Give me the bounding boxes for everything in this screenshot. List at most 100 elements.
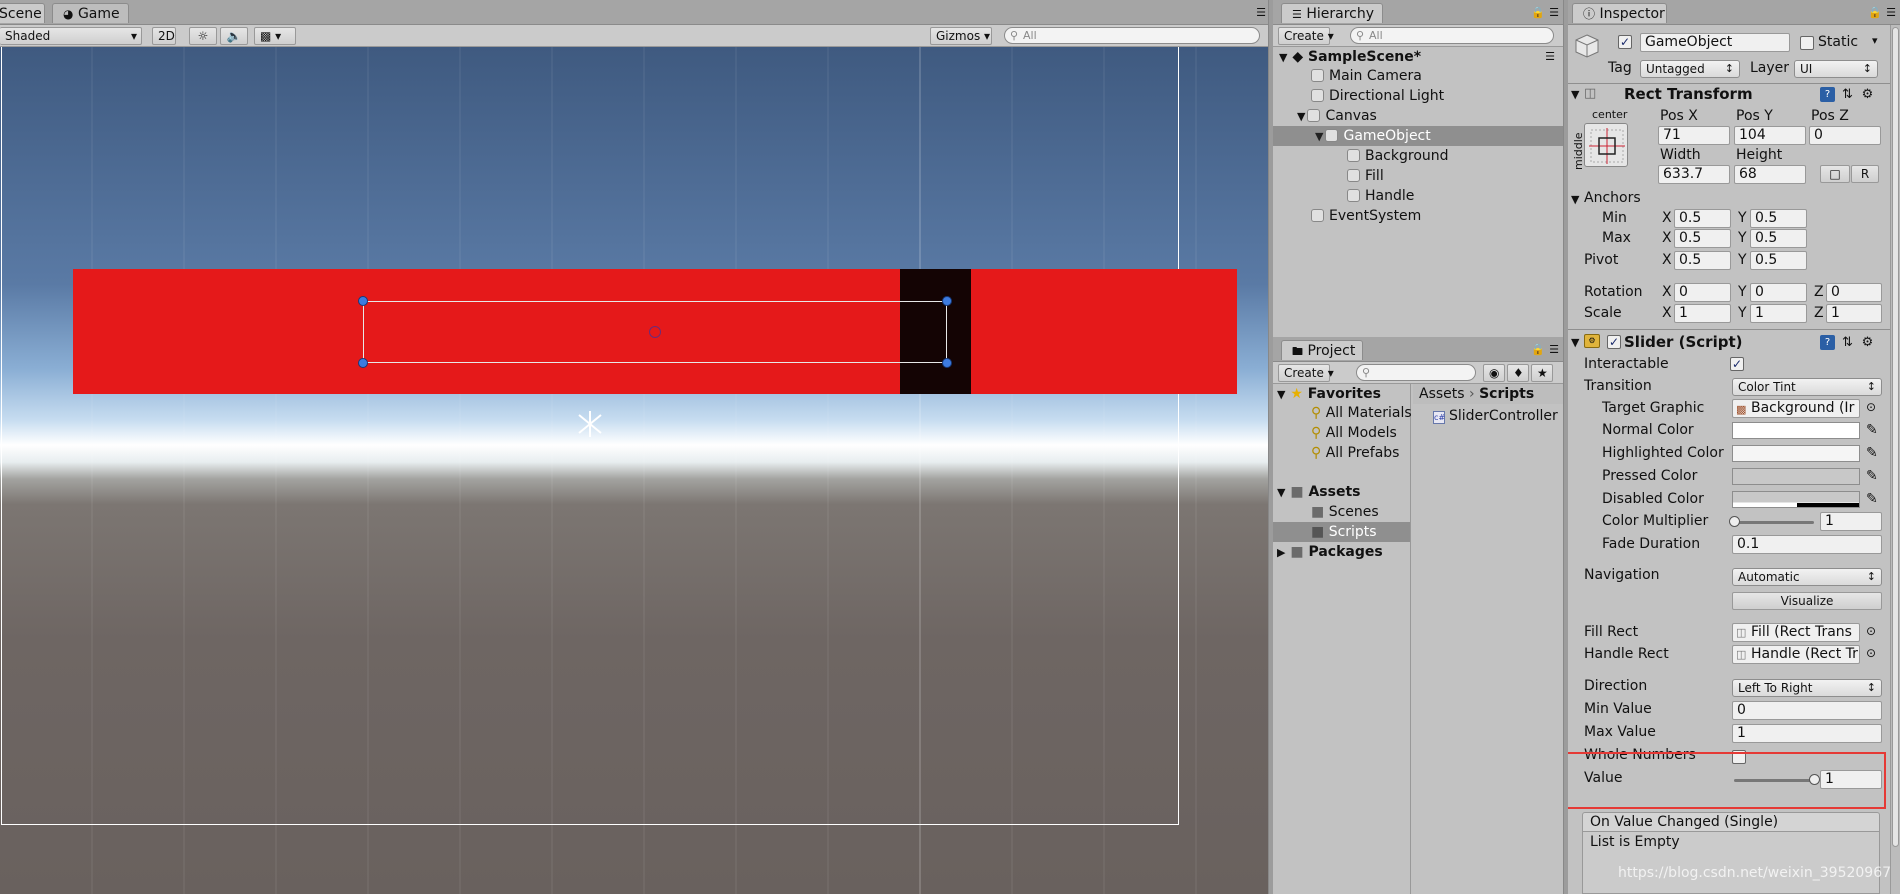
height-input[interactable]: 68 bbox=[1734, 165, 1806, 184]
anchor-min-x-input[interactable]: 0.5 bbox=[1674, 209, 1731, 228]
navigation-dropdown[interactable]: Automatic bbox=[1732, 568, 1882, 586]
hierarchy-item-main-camera[interactable]: Main Camera bbox=[1311, 66, 1422, 86]
gizmos-dropdown[interactable]: Gizmos ▾ bbox=[930, 27, 992, 45]
rect-corner-handle[interactable] bbox=[358, 296, 368, 306]
pressed-color-swatch[interactable] bbox=[1732, 468, 1860, 485]
rect-transform-header[interactable]: Rect Transform bbox=[1624, 85, 1753, 103]
favorite-all-models[interactable]: ⚲ All Models bbox=[1311, 423, 1397, 443]
filter-label-button[interactable]: ♦ bbox=[1507, 364, 1529, 382]
preset-icon[interactable]: ⇅ bbox=[1840, 335, 1855, 350]
active-checkbox[interactable]: ✓ bbox=[1618, 35, 1632, 49]
favorite-button[interactable]: ★ bbox=[1531, 364, 1553, 382]
object-picker-icon[interactable]: ⊙ bbox=[1866, 400, 1876, 414]
foldout-open-icon[interactable]: ▼ bbox=[1315, 130, 1323, 143]
raw-edit-button[interactable]: R bbox=[1851, 165, 1879, 183]
pos-y-input[interactable]: 104 bbox=[1734, 126, 1806, 145]
color-multiplier-track[interactable] bbox=[1734, 521, 1814, 524]
foldout-closed-icon[interactable]: ▶ bbox=[1277, 546, 1285, 559]
hierarchy-item-directional-light[interactable]: Directional Light bbox=[1311, 86, 1444, 106]
color-multiplier-thumb[interactable] bbox=[1728, 516, 1740, 527]
effects-dropdown[interactable]: ▩ ▾ bbox=[254, 27, 296, 45]
scene-menu-icon[interactable]: ☰ bbox=[1545, 50, 1555, 63]
anchor-min-y-input[interactable]: 0.5 bbox=[1750, 209, 1807, 228]
audio-toggle[interactable]: 🔈 bbox=[220, 27, 248, 45]
eyedropper-icon[interactable]: ✎ bbox=[1866, 491, 1880, 507]
foldout-open-icon[interactable]: ▼ bbox=[1297, 110, 1305, 123]
object-picker-icon[interactable]: ⊙ bbox=[1866, 646, 1876, 660]
hierarchy-item-handle[interactable]: Handle bbox=[1347, 186, 1414, 206]
anchor-icon[interactable] bbox=[575, 409, 605, 439]
transition-dropdown[interactable]: Color Tint bbox=[1732, 378, 1882, 396]
anchor-max-y-input[interactable]: 0.5 bbox=[1750, 229, 1807, 248]
hierarchy-item-eventsystem[interactable]: EventSystem bbox=[1311, 206, 1421, 226]
assets-header[interactable]: ▼ ■ Assets bbox=[1277, 482, 1360, 502]
max-value-input[interactable]: 1 bbox=[1732, 724, 1882, 743]
tab-project[interactable]: 🖿 Project bbox=[1281, 340, 1363, 360]
interactable-checkbox[interactable]: ✓ bbox=[1730, 357, 1744, 371]
eyedropper-icon[interactable]: ✎ bbox=[1866, 445, 1880, 461]
foldout-open-icon[interactable]: ▼ bbox=[1571, 193, 1579, 206]
chevron-down-icon[interactable]: ▾ bbox=[1872, 34, 1878, 47]
scene-viewport[interactable] bbox=[0, 47, 1268, 894]
tab-hierarchy[interactable]: ☰ Hierarchy bbox=[1281, 3, 1383, 23]
scene-root[interactable]: ▼ ◆ SampleScene* bbox=[1279, 47, 1561, 67]
eyedropper-icon[interactable]: ✎ bbox=[1866, 468, 1880, 484]
rotation-x-input[interactable]: 0 bbox=[1674, 283, 1731, 302]
filter-type-button[interactable]: ◉ bbox=[1483, 364, 1505, 382]
fill-rect-field[interactable]: ◫ Fill (Rect Trans bbox=[1732, 623, 1860, 642]
component-enabled-checkbox[interactable]: ✓ bbox=[1607, 335, 1621, 349]
project-create-button[interactable]: Create ▾ bbox=[1278, 364, 1334, 382]
static-checkbox[interactable] bbox=[1800, 36, 1814, 50]
pos-x-input[interactable]: 71 bbox=[1658, 126, 1730, 145]
anchor-max-x-input[interactable]: 0.5 bbox=[1674, 229, 1731, 248]
eyedropper-icon[interactable]: ✎ bbox=[1866, 422, 1880, 438]
foldout-open-icon[interactable]: ▼ bbox=[1279, 51, 1287, 64]
normal-color-swatch[interactable] bbox=[1732, 422, 1860, 439]
rotation-z-input[interactable]: 0 bbox=[1826, 283, 1882, 302]
packages-header[interactable]: ▶ ■ Packages bbox=[1277, 542, 1383, 562]
blueprint-mode-button[interactable]: □ bbox=[1820, 165, 1850, 183]
breadcrumb-assets[interactable]: Assets bbox=[1419, 386, 1465, 402]
panel-menu-icon[interactable]: ☰ bbox=[1549, 343, 1559, 356]
disabled-color-swatch[interactable] bbox=[1732, 491, 1860, 508]
layer-dropdown[interactable]: UI bbox=[1794, 60, 1878, 78]
inspector-scrollbar[interactable] bbox=[1890, 25, 1900, 894]
on-value-changed-header[interactable]: On Value Changed (Single) bbox=[1582, 812, 1880, 832]
shading-dropdown[interactable]: Shaded ▾ bbox=[0, 27, 142, 45]
hierarchy-search-input[interactable]: ⚲ All bbox=[1350, 27, 1554, 44]
rect-corner-handle[interactable] bbox=[358, 358, 368, 368]
rotation-y-input[interactable]: 0 bbox=[1750, 283, 1807, 302]
object-name-input[interactable]: GameObject bbox=[1640, 33, 1790, 52]
color-multiplier-input[interactable]: 1 bbox=[1820, 512, 1882, 531]
favorite-all-prefabs[interactable]: ⚲ All Prefabs bbox=[1311, 443, 1399, 463]
pivot-circle[interactable] bbox=[649, 326, 661, 338]
hierarchy-create-button[interactable]: Create ▾ bbox=[1278, 27, 1334, 45]
folder-scenes[interactable]: ■ Scenes bbox=[1311, 502, 1379, 522]
breadcrumb-scripts[interactable]: Scripts bbox=[1479, 386, 1534, 402]
foldout-open-icon[interactable]: ▼ bbox=[1571, 336, 1579, 349]
handle-rect-field[interactable]: ◫ Handle (Rect Tr bbox=[1732, 645, 1860, 664]
scene-search-input[interactable]: ⚲ All bbox=[1004, 27, 1260, 44]
foldout-open-icon[interactable]: ▼ bbox=[1571, 88, 1579, 101]
target-graphic-field[interactable]: ▩ Background (Ir bbox=[1732, 399, 1860, 418]
pos-z-input[interactable]: 0 bbox=[1809, 126, 1881, 145]
favorite-all-materials[interactable]: ⚲ All Materials bbox=[1311, 403, 1412, 423]
highlighted-color-swatch[interactable] bbox=[1732, 445, 1860, 462]
favorites-header[interactable]: ▼ ★ Favorites bbox=[1277, 384, 1381, 404]
tag-dropdown[interactable]: Untagged bbox=[1640, 60, 1740, 78]
object-picker-icon[interactable]: ⊙ bbox=[1866, 624, 1876, 638]
tab-game[interactable]: ◕ Game bbox=[52, 3, 129, 23]
hierarchy-item-fill[interactable]: Fill bbox=[1347, 166, 1384, 186]
hierarchy-item-background[interactable]: Background bbox=[1347, 146, 1449, 166]
pivot-y-input[interactable]: 0.5 bbox=[1750, 251, 1807, 270]
gear-icon[interactable]: ⚙ bbox=[1860, 87, 1875, 102]
hierarchy-item-canvas[interactable]: ▼ Canvas bbox=[1297, 106, 1377, 126]
hierarchy-item-gameobject[interactable]: ▼ GameObject bbox=[1273, 126, 1563, 146]
help-book-icon[interactable]: ? bbox=[1820, 335, 1835, 350]
tab-scene[interactable]: Scene bbox=[0, 3, 45, 23]
gear-icon[interactable]: ⚙ bbox=[1860, 335, 1875, 350]
lock-icon[interactable]: 🔒 bbox=[1531, 343, 1545, 356]
rect-corner-handle[interactable] bbox=[942, 296, 952, 306]
foldout-open-icon[interactable]: ▼ bbox=[1277, 388, 1285, 401]
slider-script-header[interactable]: Slider (Script) bbox=[1624, 333, 1742, 351]
